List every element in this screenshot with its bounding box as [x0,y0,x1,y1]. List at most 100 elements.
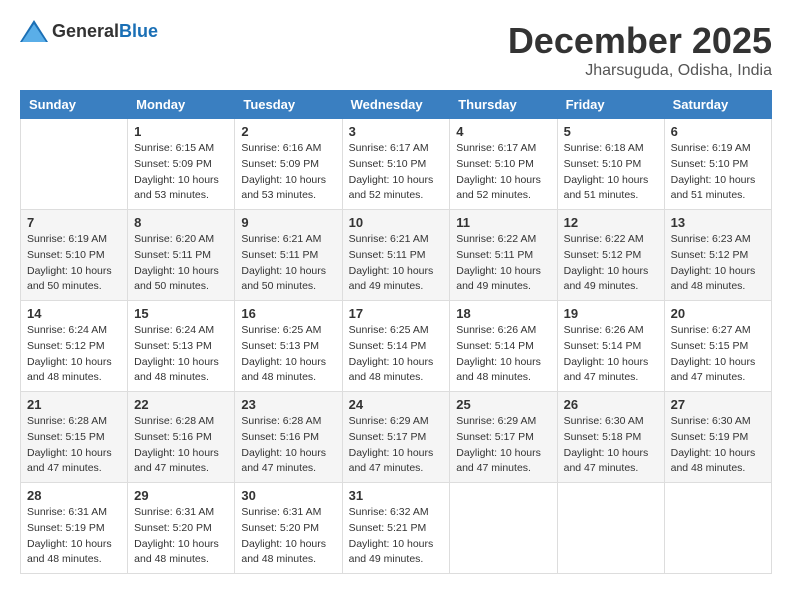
calendar-cell: 19Sunrise: 6:26 AM Sunset: 5:14 PM Dayli… [557,301,664,392]
day-number: 15 [134,306,228,321]
day-number: 13 [671,215,765,230]
calendar-week-row: 7 Sunrise: 6:19 AM Sunset: 5:10 PM Daylig… [21,210,772,301]
day-number: 14 [27,306,121,321]
day-number: 8 [134,215,228,230]
day-info: Sunrise: 6:22 AM Sunset: 5:11 PM Dayligh… [456,232,550,295]
calendar-cell [664,483,771,574]
day-info: Sunrise: 6:23 AM Sunset: 5:12 PM Dayligh… [671,232,765,295]
day-number: 19 [564,306,658,321]
calendar-cell: 12Sunrise: 6:22 AM Sunset: 5:12 PM Dayli… [557,210,664,301]
calendar-cell: 5Sunrise: 6:18 AM Sunset: 5:10 PM Daylig… [557,119,664,210]
logo: GeneralBlue [20,20,158,42]
day-number: 2 [241,124,335,139]
calendar-header-row: SundayMondayTuesdayWednesdayThursdayFrid… [21,91,772,119]
day-info: Sunrise: 6:31 AM Sunset: 5:19 PM Dayligh… [27,505,121,568]
day-info: Sunrise: 6:32 AM Sunset: 5:21 PM Dayligh… [349,505,444,568]
day-info: Sunrise: 6:18 AM Sunset: 5:10 PM Dayligh… [564,141,658,204]
day-number: 27 [671,397,765,412]
day-info: Sunrise: 6:25 AM Sunset: 5:13 PM Dayligh… [241,323,335,386]
day-info: Sunrise: 6:29 AM Sunset: 5:17 PM Dayligh… [349,414,444,477]
calendar-cell: 28 Sunrise: 6:31 AM Sunset: 5:19 PM Dayli… [21,483,128,574]
logo-icon [20,20,48,42]
day-number: 24 [349,397,444,412]
calendar-cell: 4Sunrise: 6:17 AM Sunset: 5:10 PM Daylig… [450,119,557,210]
header-sunday: Sunday [21,91,128,119]
calendar-cell [557,483,664,574]
day-info: Sunrise: 6:21 AM Sunset: 5:11 PM Dayligh… [241,232,335,295]
header-saturday: Saturday [664,91,771,119]
header-monday: Monday [128,91,235,119]
calendar-cell: 8 Sunrise: 6:20 AM Sunset: 5:11 PM Daylig… [128,210,235,301]
calendar-cell: 10Sunrise: 6:21 AM Sunset: 5:11 PM Dayli… [342,210,450,301]
day-number: 11 [456,215,550,230]
day-info: Sunrise: 6:19 AM Sunset: 5:10 PM Dayligh… [27,232,121,295]
calendar-cell: 3 Sunrise: 6:17 AM Sunset: 5:10 PM Daylig… [342,119,450,210]
calendar-cell: 7 Sunrise: 6:19 AM Sunset: 5:10 PM Daylig… [21,210,128,301]
logo-text-blue: Blue [119,21,158,41]
calendar-week-row: 1 Sunrise: 6:15 AM Sunset: 5:09 PM Daylig… [21,119,772,210]
day-number: 3 [349,124,444,139]
day-info: Sunrise: 6:28 AM Sunset: 5:15 PM Dayligh… [27,414,121,477]
day-info: Sunrise: 6:24 AM Sunset: 5:13 PM Dayligh… [134,323,228,386]
day-info: Sunrise: 6:30 AM Sunset: 5:18 PM Dayligh… [564,414,658,477]
page-header: GeneralBlue December 2025 Jharsuguda, Od… [20,20,772,80]
day-info: Sunrise: 6:22 AM Sunset: 5:12 PM Dayligh… [564,232,658,295]
header-wednesday: Wednesday [342,91,450,119]
day-info: Sunrise: 6:28 AM Sunset: 5:16 PM Dayligh… [241,414,335,477]
day-info: Sunrise: 6:17 AM Sunset: 5:10 PM Dayligh… [456,141,550,204]
logo-text-general: General [52,21,119,41]
day-info: Sunrise: 6:30 AM Sunset: 5:19 PM Dayligh… [671,414,765,477]
day-number: 6 [671,124,765,139]
calendar-cell: 13 Sunrise: 6:23 AM Sunset: 5:12 PM Dayli… [664,210,771,301]
calendar-cell: 26 Sunrise: 6:30 AM Sunset: 5:18 PM Dayli… [557,392,664,483]
day-info: Sunrise: 6:20 AM Sunset: 5:11 PM Dayligh… [134,232,228,295]
day-info: Sunrise: 6:21 AM Sunset: 5:11 PM Dayligh… [349,232,444,295]
day-number: 16 [241,306,335,321]
calendar-cell: 22 Sunrise: 6:28 AM Sunset: 5:16 PM Dayli… [128,392,235,483]
day-number: 28 [27,488,121,503]
calendar-cell [21,119,128,210]
header-tuesday: Tuesday [235,91,342,119]
calendar-cell: 14 Sunrise: 6:24 AM Sunset: 5:12 PM Dayli… [21,301,128,392]
header-friday: Friday [557,91,664,119]
calendar-cell: 25Sunrise: 6:29 AM Sunset: 5:17 PM Dayli… [450,392,557,483]
day-info: Sunrise: 6:31 AM Sunset: 5:20 PM Dayligh… [134,505,228,568]
calendar-week-row: 28 Sunrise: 6:31 AM Sunset: 5:19 PM Dayli… [21,483,772,574]
day-info: Sunrise: 6:29 AM Sunset: 5:17 PM Dayligh… [456,414,550,477]
calendar-cell: 31 Sunrise: 6:32 AM Sunset: 5:21 PM Dayli… [342,483,450,574]
calendar-cell: 2 Sunrise: 6:16 AM Sunset: 5:09 PM Daylig… [235,119,342,210]
day-number: 30 [241,488,335,503]
day-number: 18 [456,306,550,321]
calendar-cell: 23 Sunrise: 6:28 AM Sunset: 5:16 PM Dayli… [235,392,342,483]
day-info: Sunrise: 6:15 AM Sunset: 5:09 PM Dayligh… [134,141,228,204]
day-number: 7 [27,215,121,230]
day-info: Sunrise: 6:16 AM Sunset: 5:09 PM Dayligh… [241,141,335,204]
day-info: Sunrise: 6:26 AM Sunset: 5:14 PM Dayligh… [456,323,550,386]
day-number: 31 [349,488,444,503]
calendar-cell: 24 Sunrise: 6:29 AM Sunset: 5:17 PM Dayli… [342,392,450,483]
day-number: 22 [134,397,228,412]
calendar-week-row: 21Sunrise: 6:28 AM Sunset: 5:15 PM Dayli… [21,392,772,483]
calendar-week-row: 14 Sunrise: 6:24 AM Sunset: 5:12 PM Dayli… [21,301,772,392]
day-number: 17 [349,306,444,321]
day-info: Sunrise: 6:24 AM Sunset: 5:12 PM Dayligh… [27,323,121,386]
day-number: 26 [564,397,658,412]
calendar-cell: 29 Sunrise: 6:31 AM Sunset: 5:20 PM Dayli… [128,483,235,574]
day-number: 9 [241,215,335,230]
calendar-cell: 9 Sunrise: 6:21 AM Sunset: 5:11 PM Daylig… [235,210,342,301]
calendar-cell: 30 Sunrise: 6:31 AM Sunset: 5:20 PM Dayli… [235,483,342,574]
day-info: Sunrise: 6:31 AM Sunset: 5:20 PM Dayligh… [241,505,335,568]
day-info: Sunrise: 6:25 AM Sunset: 5:14 PM Dayligh… [349,323,444,386]
day-number: 29 [134,488,228,503]
day-number: 1 [134,124,228,139]
day-info: Sunrise: 6:17 AM Sunset: 5:10 PM Dayligh… [349,141,444,204]
location-title: Jharsuguda, Odisha, India [508,62,772,80]
calendar-cell: 11 Sunrise: 6:22 AM Sunset: 5:11 PM Dayli… [450,210,557,301]
day-info: Sunrise: 6:28 AM Sunset: 5:16 PM Dayligh… [134,414,228,477]
calendar-cell: 15 Sunrise: 6:24 AM Sunset: 5:13 PM Dayli… [128,301,235,392]
calendar-cell: 27 Sunrise: 6:30 AM Sunset: 5:19 PM Dayli… [664,392,771,483]
calendar-cell [450,483,557,574]
day-number: 23 [241,397,335,412]
day-info: Sunrise: 6:19 AM Sunset: 5:10 PM Dayligh… [671,141,765,204]
title-area: December 2025 Jharsuguda, Odisha, India [508,20,772,80]
